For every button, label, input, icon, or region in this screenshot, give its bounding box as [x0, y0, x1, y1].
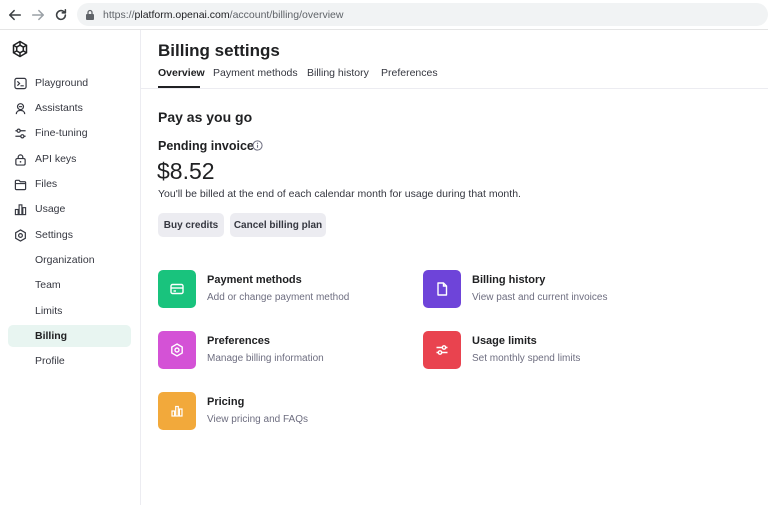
info-icon[interactable]: [252, 140, 263, 151]
card-payment-methods[interactable]: Payment methods Add or change payment me…: [158, 270, 388, 310]
tab-billing-history[interactable]: Billing history: [307, 67, 369, 79]
tile: [158, 392, 196, 430]
bar-chart-icon: [13, 202, 27, 216]
sidebar-item-fine-tuning[interactable]: Fine-tuning: [8, 122, 131, 144]
sidebar-item-api-keys[interactable]: API keys: [8, 148, 131, 170]
card-billing-history[interactable]: Billing history View past and current in…: [423, 270, 653, 310]
tile: [158, 270, 196, 308]
sidebar-item-label: Settings: [35, 229, 73, 241]
tile: [423, 331, 461, 369]
gear-icon: [171, 343, 183, 357]
credit-card-icon: [170, 283, 184, 295]
sidebar-item-label: Playground: [35, 77, 89, 89]
card-title: Usage limits: [472, 335, 537, 347]
sidebar-item-label: Organization: [35, 254, 95, 266]
pending-invoice-label: Pending invoice: [158, 139, 254, 153]
tile: [423, 270, 461, 308]
card-subtitle: View pricing and FAQs: [207, 414, 308, 425]
document-icon: [437, 282, 448, 296]
plan-title: Pay as you go: [158, 109, 253, 125]
address-bar[interactable]: https://platform.openai.com/account/bill…: [77, 3, 768, 26]
tile: [158, 331, 196, 369]
url-host: platform.openai.com: [134, 8, 230, 21]
card-title: Billing history: [472, 274, 546, 286]
folder-icon: [13, 177, 27, 191]
sidebar-item-limits[interactable]: Limits: [8, 300, 131, 322]
tab-overview[interactable]: Overview: [158, 67, 205, 79]
gear-icon: [13, 228, 27, 242]
terminal-icon: [13, 76, 27, 90]
lock-icon: [13, 152, 27, 166]
sidebar-item-profile[interactable]: Profile: [8, 350, 131, 372]
sidebar-item-settings[interactable]: Settings: [8, 224, 131, 246]
openai-logo-icon: [12, 40, 28, 58]
tab-preferences[interactable]: Preferences: [381, 67, 438, 79]
forward-button[interactable]: [29, 6, 47, 24]
reload-button[interactable]: [52, 6, 70, 24]
sidebar-item-playground[interactable]: Playground: [8, 72, 131, 94]
browser-toolbar: https://platform.openai.com/account/bill…: [0, 0, 768, 30]
sidebar-item-label: Billing: [35, 330, 68, 342]
active-tab-indicator: [158, 86, 200, 88]
back-button[interactable]: [6, 6, 24, 24]
sidebar-item-label: Profile: [35, 355, 65, 367]
sidebar-item-label: Assistants: [35, 102, 83, 114]
card-preferences[interactable]: Preferences Manage billing information: [158, 331, 388, 371]
sidebar-item-label: API keys: [35, 153, 77, 165]
robot-icon: [13, 101, 27, 115]
sliders-icon: [13, 126, 27, 140]
arrow-left-icon: [8, 9, 22, 21]
reload-icon: [55, 8, 67, 21]
sidebar-item-billing[interactable]: Billing: [8, 325, 131, 347]
sidebar-item-team[interactable]: Team: [8, 274, 131, 296]
sidebar-item-usage[interactable]: Usage: [8, 198, 131, 220]
card-subtitle: View past and current invoices: [472, 292, 608, 303]
openai-logo[interactable]: [10, 39, 30, 59]
site-info-icon: [86, 9, 94, 20]
card-subtitle: Manage billing information: [207, 353, 324, 364]
card-title: Payment methods: [207, 274, 302, 286]
sidebar-item-label: Fine-tuning: [35, 127, 88, 139]
bar-chart-icon: [171, 405, 183, 417]
buy-credits-button[interactable]: Buy credits: [158, 213, 224, 237]
billing-note: You'll be billed at the end of each cale…: [158, 188, 521, 200]
sidebar-item-files[interactable]: Files: [8, 173, 131, 195]
tabs-divider: [141, 88, 768, 89]
card-title: Pricing: [207, 396, 245, 408]
sidebar-item-label: Usage: [35, 203, 66, 215]
sidebar-item-label: Team: [35, 279, 61, 291]
url-text: https://platform.openai.com/account/bill…: [103, 9, 343, 21]
cancel-billing-plan-button[interactable]: Cancel billing plan: [230, 213, 326, 237]
card-usage-limits[interactable]: Usage limits Set monthly spend limits: [423, 331, 653, 371]
tab-payment-methods[interactable]: Payment methods: [213, 67, 298, 79]
page-title: Billing settings: [158, 41, 280, 60]
card-subtitle: Add or change payment method: [207, 292, 350, 303]
sidebar-item-label: Limits: [35, 305, 63, 317]
pending-amount: $8.52: [157, 158, 215, 184]
sliders-icon: [436, 345, 448, 355]
url-path: /account/billing/overview: [229, 8, 344, 21]
url-scheme: https://: [103, 8, 135, 21]
arrow-right-icon: [31, 9, 45, 21]
sidebar-item-assistants[interactable]: Assistants: [8, 97, 131, 119]
sidebar-item-organization[interactable]: Organization: [8, 249, 131, 271]
card-subtitle: Set monthly spend limits: [472, 353, 581, 364]
sidebar-item-label: Files: [35, 178, 58, 190]
card-pricing[interactable]: Pricing View pricing and FAQs: [158, 392, 388, 432]
card-title: Preferences: [207, 335, 270, 347]
